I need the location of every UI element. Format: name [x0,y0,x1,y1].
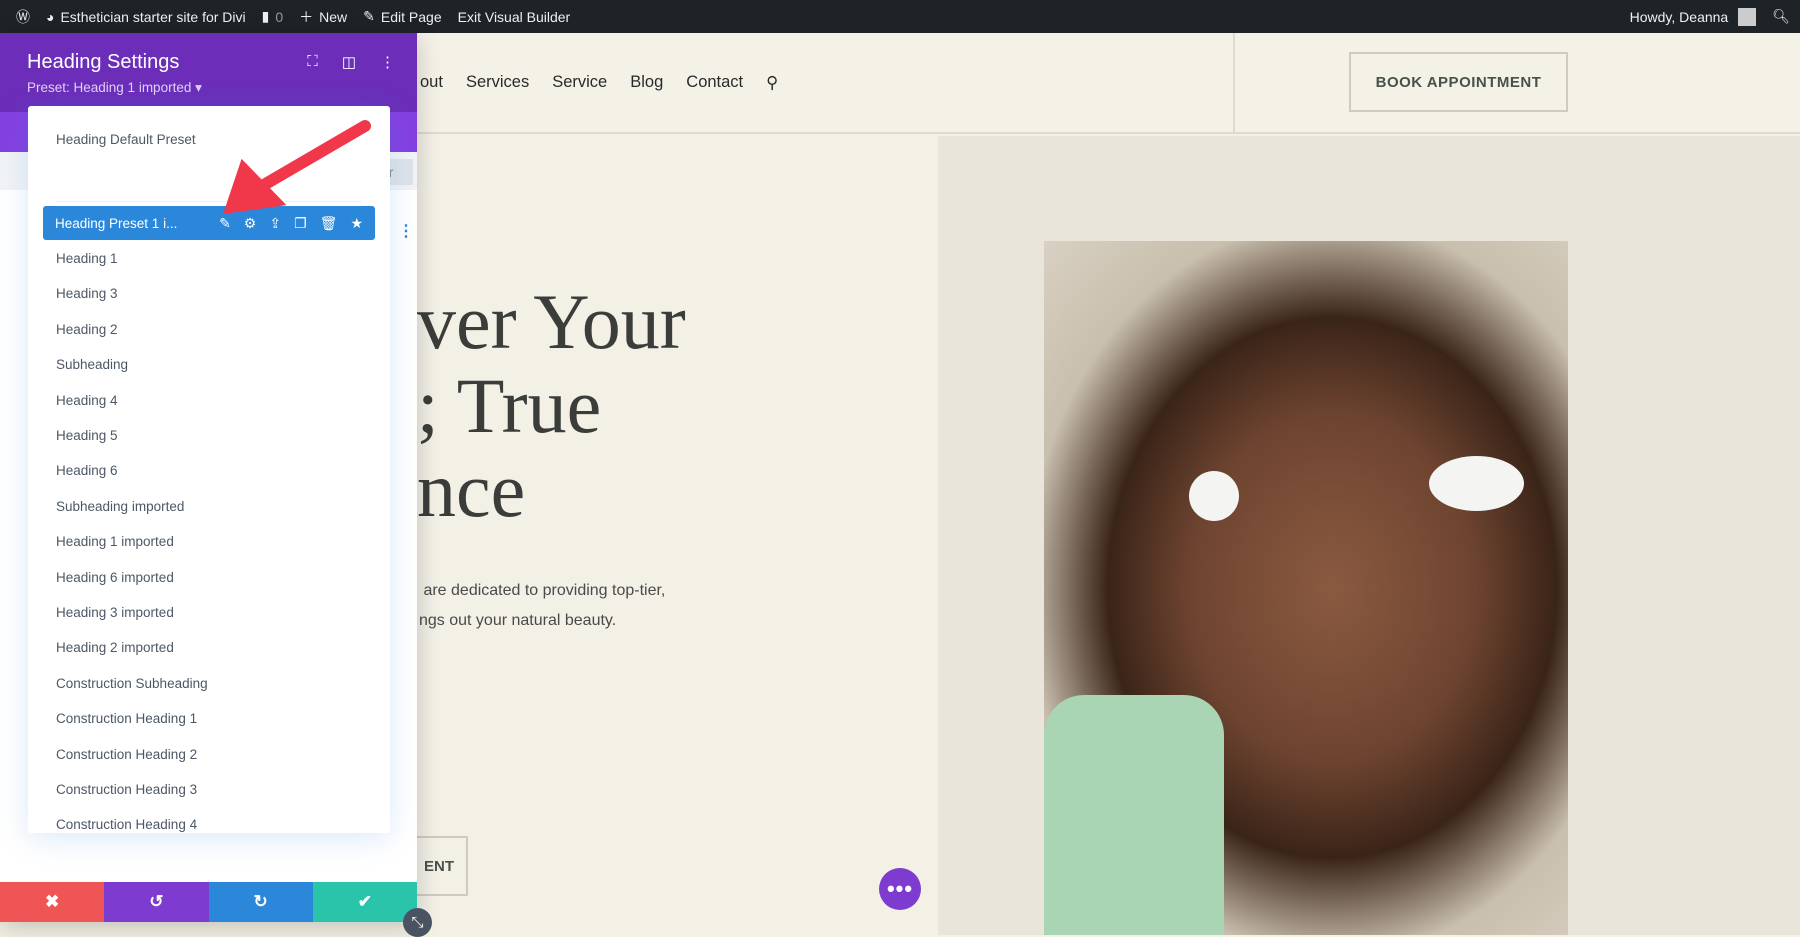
preset-item[interactable]: Heading 2 [56,322,118,337]
preset-item-default[interactable]: Heading Default Preset [56,132,196,147]
preset-item[interactable]: Subheading imported [56,499,184,514]
preset-item[interactable]: Heading 4 [56,393,118,408]
wp-admin-bar: Ⓦ ◕ Esthetician starter site for Divi ▮ 0 … [0,0,1800,33]
search-icon[interactable]: ⚲ [766,73,778,93]
nav-about[interactable]: out [420,73,443,93]
preset-item[interactable]: Heading 2 imported [56,640,174,655]
panel-header: Heading Settings Preset: Heading 1 impor… [0,33,417,112]
preset-item-selected[interactable]: Heading Preset 1 i... ✎ ⚙ ⇪ ❐ 🗑︎ ★ [43,206,375,240]
new-link[interactable]: ＋ New [299,0,347,33]
plus-icon: ＋ [299,8,314,25]
avatar[interactable] [1738,7,1757,26]
save-button[interactable]: ✔ [312,882,417,922]
panel-actions: ✖ ↺ ↻ ✔ [0,882,417,922]
preset-dropdown: Heading Default Preset Heading Preset 1 … [28,106,390,833]
comments-link[interactable]: ▮ 0 [262,0,284,33]
nav-service[interactable]: Service [552,73,607,93]
dashboard-icon: ◕ [46,8,55,25]
divider [1233,33,1235,134]
cancel-button[interactable]: ✖ [0,882,105,922]
wordpress-logo-icon[interactable]: Ⓦ [16,0,30,33]
preset-selector[interactable]: Preset: Heading 1 imported ▾ [27,80,390,96]
more-options-button[interactable]: ••• [879,868,921,910]
nav-contact[interactable]: Contact [686,73,743,93]
comment-icon: ▮ [261,8,270,24]
preset-item[interactable]: Heading 3 [56,286,118,301]
preset-item[interactable]: Heading 6 [56,463,118,478]
site-name-link[interactable]: ◕ Esthetician starter site for Divi [46,0,246,33]
main-nav: out Services Service Blog Contact ⚲ [420,73,778,93]
undo-button[interactable]: ↺ [104,882,209,922]
preset-item[interactable]: Construction Heading 3 [56,782,197,797]
edit-page-link[interactable]: ✎ Edit Page [363,0,441,33]
redo-button[interactable]: ↻ [208,882,313,922]
gear-icon[interactable]: ⚙ [244,215,257,232]
selected-preset-label: Heading Preset 1 i... [55,215,178,231]
howdy-user[interactable]: Howdy, Deanna [1630,9,1729,25]
resize-handle-icon[interactable]: ⤡ [403,908,432,937]
preset-item[interactable]: Heading 3 imported [56,605,174,620]
star-icon[interactable]: ★ [350,215,363,232]
preset-item[interactable]: Construction Heading 2 [56,747,197,762]
nav-services[interactable]: Services [466,73,529,93]
preset-item[interactable]: Construction Heading 1 [56,711,197,726]
search-icon[interactable]: 🔍︎ [1772,8,1790,25]
hero-paragraph: are dedicated to providing top-tier, ngs… [419,582,666,629]
more-vertical-icon[interactable]: ⋮ [398,221,414,241]
hero-heading: ver Your ; True nce [417,278,686,533]
preset-item[interactable]: Heading 1 imported [56,534,174,549]
preset-item[interactable]: Heading 6 imported [56,570,174,585]
duplicate-icon[interactable]: ❐ [294,215,307,232]
fullscreen-icon[interactable]: ⛶ [307,53,318,71]
more-vertical-icon[interactable]: ⋮ [380,53,395,71]
hero-photo [1044,241,1568,935]
book-appointment-button[interactable]: BOOK APPOINTMENT [1349,52,1568,112]
export-icon[interactable]: ⇪ [269,215,281,232]
edit-icon[interactable]: ✎ [219,215,231,232]
preset-item[interactable]: Heading 5 [56,428,118,443]
delete-icon[interactable]: 🗑︎ [320,215,338,232]
nav-blog[interactable]: Blog [630,73,663,93]
preset-item[interactable]: Construction Heading 4 [56,817,197,832]
split-view-icon[interactable]: ◫ [342,53,356,71]
preset-item[interactable]: Construction Subheading [56,676,208,691]
exit-visual-builder-link[interactable]: Exit Visual Builder [458,0,571,33]
divider [56,201,362,202]
preset-item[interactable]: Subheading [56,357,128,372]
pencil-icon: ✎ [363,8,375,24]
preset-item[interactable]: Heading 1 [56,251,118,266]
